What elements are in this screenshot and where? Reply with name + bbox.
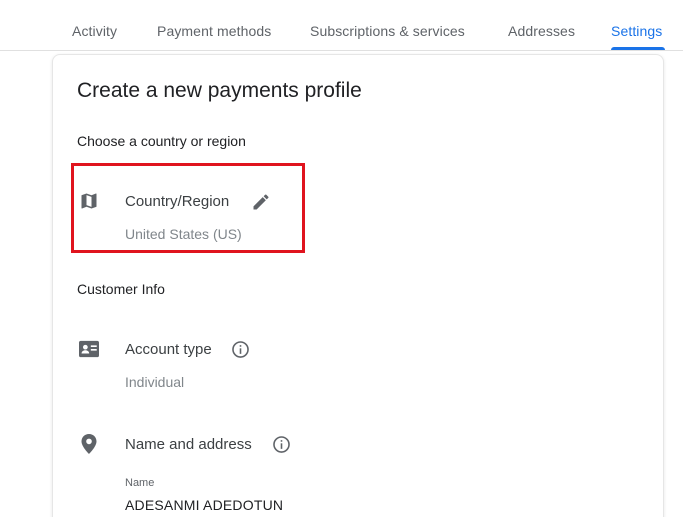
country-section-heading: Choose a country or region <box>77 133 246 149</box>
account-type-label: Account type <box>125 341 212 358</box>
country-region-label: Country/Region <box>125 193 230 210</box>
map-icon <box>81 193 97 209</box>
name-value: ADESANMI ADEDOTUN <box>125 497 284 513</box>
tab-activity[interactable]: Activity <box>72 23 117 39</box>
tab-payment-methods[interactable]: Payment methods <box>157 23 271 39</box>
location-pin-icon <box>81 434 97 454</box>
id-card-icon <box>79 340 99 358</box>
tab-bar: Activity Payment methods Subscriptions &… <box>0 0 683 51</box>
country-region-value: United States (US) <box>125 226 242 242</box>
name-address-info-icon[interactable] <box>272 435 291 454</box>
account-type-info-icon[interactable] <box>231 340 250 359</box>
pencil-icon[interactable] <box>251 192 271 212</box>
payments-page: Activity Payment methods Subscriptions &… <box>0 0 683 517</box>
account-type-value: Individual <box>125 374 185 390</box>
tab-settings[interactable]: Settings <box>611 23 662 39</box>
tab-subscriptions-services[interactable]: Subscriptions & services <box>310 23 465 39</box>
page-title: Create a new payments profile <box>77 79 362 102</box>
name-caption: Name <box>125 477 155 489</box>
name-address-label: Name and address <box>125 436 252 453</box>
active-tab-indicator <box>611 47 665 50</box>
customer-info-heading: Customer Info <box>77 281 165 297</box>
tab-addresses[interactable]: Addresses <box>508 23 575 39</box>
